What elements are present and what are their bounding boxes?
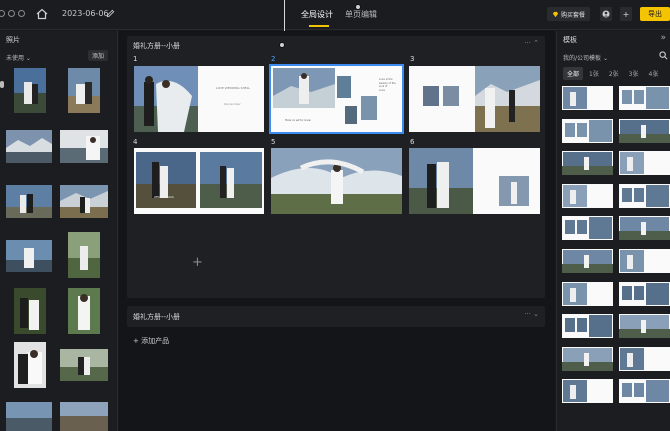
photo-thumbnail[interactable] <box>60 130 108 163</box>
buy-package-button[interactable]: 购买套餐 <box>547 7 590 21</box>
add-product-button[interactable]: + 添加产品 <box>133 336 169 346</box>
buy-package-label: 购买套餐 <box>560 11 585 19</box>
add-photo-button[interactable]: 添加 <box>88 50 108 61</box>
album-spread-1[interactable]: LOVE WEDDING SHELL Remember <box>134 66 264 132</box>
spread-script: How is all to love <box>285 118 311 122</box>
album-spread-3[interactable] <box>409 66 540 132</box>
spread-caption: LOVE WEDDING SHELL <box>216 86 251 90</box>
photo-thumbnail[interactable] <box>68 232 100 278</box>
photo-thumbnail[interactable] <box>14 288 46 334</box>
active-tab-indicator <box>309 25 329 27</box>
tab-2[interactable]: 2张 <box>605 67 623 80</box>
photo-thumbnail[interactable] <box>60 349 108 381</box>
section-title: 婚礼方册--小册 <box>133 313 181 321</box>
template-thumbnail[interactable] <box>619 249 670 273</box>
template-thumbnail[interactable] <box>562 86 613 110</box>
template-thumbnail[interactable] <box>619 183 670 208</box>
album-spread-5[interactable] <box>271 148 402 214</box>
template-thumbnail[interactable] <box>619 346 670 371</box>
template-thumbnail[interactable] <box>619 151 670 176</box>
tab-3[interactable]: 3张 <box>625 67 643 80</box>
pencil-icon[interactable] <box>106 9 115 18</box>
template-thumbnail[interactable] <box>562 379 613 404</box>
add-page-button[interactable]: + <box>192 255 203 270</box>
window-minimize-icon[interactable] <box>8 10 15 17</box>
photo-thumbnail[interactable] <box>60 402 108 431</box>
photo-thumbnail[interactable] <box>6 240 52 272</box>
plus-icon: + <box>622 9 630 19</box>
template-source-label: 我的/公司模板 <box>563 55 602 62</box>
album-spread-4[interactable]: WEDDING SOUL <box>134 148 264 214</box>
cursor-marker <box>355 4 361 10</box>
photo-thumbnail[interactable] <box>14 342 46 388</box>
album-spread-6[interactable] <box>409 148 540 214</box>
page-number: 2 <box>271 55 276 63</box>
album-spread-2[interactable]: Love is the beauty of the soul of Love H… <box>269 64 404 134</box>
template-thumbnail[interactable] <box>619 86 670 110</box>
diamond-icon <box>552 11 559 17</box>
photo-thumbnail[interactable] <box>60 185 108 218</box>
page-number: 4 <box>133 138 138 146</box>
template-thumbnail[interactable] <box>562 314 613 339</box>
section-more-icon[interactable]: ··· ⌃ <box>524 39 539 47</box>
template-thumbnail[interactable] <box>619 379 670 404</box>
section-title: 婚礼方册--小册 <box>133 42 181 50</box>
home-icon[interactable] <box>36 8 48 20</box>
spread-caption: Love is the beauty of the soul of Love <box>379 78 396 92</box>
top-toolbar: 2023-06-06 全局设计 单页编辑 购买套餐 + 导出 <box>0 0 670 30</box>
photo-thumbnail[interactable] <box>6 402 52 431</box>
template-thumbnail[interactable] <box>562 281 613 306</box>
section-more-icon[interactable]: ··· ⌄ <box>524 310 539 318</box>
export-button[interactable]: 导出 <box>640 7 670 21</box>
user-button[interactable] <box>600 7 612 21</box>
template-thumbnail[interactable] <box>619 118 670 143</box>
page-number: 3 <box>410 55 415 63</box>
template-thumbnail[interactable] <box>562 216 613 241</box>
scrollbar-thumb[interactable] <box>0 81 4 88</box>
tab-1[interactable]: 1张 <box>585 67 603 80</box>
window-maximize-icon[interactable] <box>18 10 25 17</box>
photo-thumbnail[interactable] <box>14 68 46 113</box>
tab-all[interactable]: 全部 <box>563 67 584 80</box>
template-thumbnail[interactable] <box>562 151 613 176</box>
template-thumbnail[interactable] <box>619 281 670 306</box>
template-thumbnail[interactable] <box>619 216 670 241</box>
user-icon <box>602 10 610 18</box>
unused-filter-dropdown[interactable]: 未使用 ⌄ <box>6 53 31 62</box>
photo-thumbnail[interactable] <box>68 68 100 113</box>
project-date: 2023-06-06 <box>62 9 109 18</box>
page-number: 6 <box>410 138 415 146</box>
tab-global-design[interactable]: 全局设计 <box>301 9 333 20</box>
search-icon[interactable] <box>659 51 668 60</box>
photo-thumbnail[interactable] <box>6 130 52 163</box>
template-thumbnail[interactable] <box>562 118 613 143</box>
template-thumbnail[interactable] <box>562 346 613 371</box>
template-source-dropdown[interactable]: 我的/公司模板 ⌄ <box>563 53 608 62</box>
tab-page-edit[interactable]: 单页编辑 <box>345 9 377 20</box>
template-thumbnail[interactable] <box>619 314 670 339</box>
window-controls <box>0 10 25 17</box>
template-tabs: 全部 1张 2张 3张 4张 <box>563 67 662 80</box>
add-button[interactable]: + <box>620 7 632 21</box>
window-close-icon[interactable] <box>0 10 5 17</box>
spread-caption: WEDDING SOUL <box>154 196 175 199</box>
templates-title: 模板 <box>563 36 577 44</box>
tab-4[interactable]: 4张 <box>645 67 663 80</box>
page-number: 5 <box>271 138 276 146</box>
photos-title: 照片 <box>6 36 20 44</box>
template-thumbnail[interactable] <box>562 183 613 208</box>
photo-thumbnail[interactable] <box>6 185 52 218</box>
photo-thumbnail[interactable] <box>68 288 100 334</box>
spread-script: Remember <box>224 102 241 106</box>
template-thumbnail[interactable] <box>562 249 613 273</box>
collapse-panel-icon[interactable]: » <box>660 33 666 43</box>
album-section-2: 婚礼方册--小册 ··· ⌄ <box>127 306 545 327</box>
cursor-marker <box>279 42 285 48</box>
filter-label: 未使用 <box>6 55 25 62</box>
page-number: 1 <box>133 55 138 63</box>
